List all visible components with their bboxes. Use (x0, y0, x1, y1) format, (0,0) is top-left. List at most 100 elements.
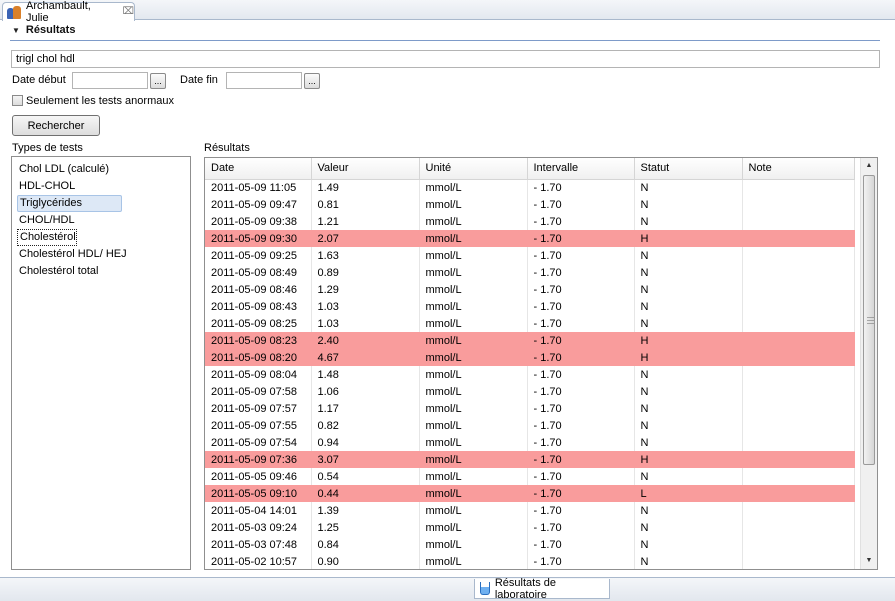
table-row[interactable]: 2011-05-09 08:25 1.03 mmol/L - 1.70 N (205, 315, 855, 332)
cell-note (742, 281, 855, 298)
date-start-input[interactable] (72, 72, 148, 89)
cell-status: H (634, 349, 743, 366)
test-type-item-focused[interactable]: Cholestérol (17, 229, 77, 246)
column-header-date[interactable]: Date (205, 158, 312, 180)
table-row[interactable]: 2011-05-09 08:04 1.48 mmol/L - 1.70 N (205, 366, 855, 383)
cell-note (742, 366, 855, 383)
column-header-range[interactable]: Intervalle (527, 158, 635, 180)
test-type-item[interactable]: Cholestérol HDL/ HEJ (17, 246, 127, 263)
scroll-up-arrow-icon[interactable]: ▲ (861, 158, 877, 174)
table-row[interactable]: 2011-05-02 10:57 0.90 mmol/L - 1.70 N (205, 553, 855, 569)
scrollbar-thumb[interactable]: — — — (863, 175, 875, 465)
close-icon[interactable]: ⌧ (122, 7, 134, 17)
table-row[interactable]: 2011-05-09 09:30 2.07 mmol/L - 1.70 H (205, 230, 855, 247)
table-row[interactable]: 2011-05-09 08:20 4.67 mmol/L - 1.70 H (205, 349, 855, 366)
scroll-down-arrow-icon[interactable]: ▼ (861, 553, 877, 569)
date-end-picker-button[interactable]: ... (304, 73, 320, 89)
cell-date: 2011-05-05 09:10 (205, 485, 312, 502)
column-header-unit[interactable]: Unité (419, 158, 528, 180)
table-row[interactable]: 2011-05-09 11:05 1.49 mmol/L - 1.70 N (205, 179, 855, 196)
column-header-note[interactable]: Note (742, 158, 855, 180)
cell-note (742, 468, 855, 485)
table-row[interactable]: 2011-05-09 09:25 1.63 mmol/L - 1.70 N (205, 247, 855, 264)
column-header-status[interactable]: Statut (634, 158, 743, 180)
search-button[interactable]: Rechercher (12, 115, 100, 136)
editor-tab-title: Archambault, Julie (26, 0, 91, 24)
cell-value: 2.40 (311, 332, 420, 349)
table-row[interactable]: 2011-05-09 09:47 0.81 mmol/L - 1.70 N (205, 196, 855, 213)
cell-date: 2011-05-09 08:25 (205, 315, 312, 332)
cell-date: 2011-05-09 08:23 (205, 332, 312, 349)
table-row[interactable]: 2011-05-09 07:54 0.94 mmol/L - 1.70 N (205, 434, 855, 451)
cell-status: N (634, 196, 743, 213)
table-row[interactable]: 2011-05-09 08:49 0.89 mmol/L - 1.70 N (205, 264, 855, 281)
cell-note (742, 349, 855, 366)
cell-status: N (634, 383, 743, 400)
cell-status: N (634, 247, 743, 264)
test-type-item-selected[interactable]: Triglycérides (17, 195, 122, 212)
column-header-value[interactable]: Valeur (311, 158, 420, 180)
cell-range: - 1.70 (527, 315, 635, 332)
cell-note (742, 417, 855, 434)
results-table[interactable]: Date Valeur Unité Intervalle Statut Note… (204, 157, 878, 570)
table-row[interactable]: 2011-05-03 09:24 1.25 mmol/L - 1.70 N (205, 519, 855, 536)
cell-value: 0.89 (311, 264, 420, 281)
editor-tab-patient[interactable]: Archambault, Julie ⌧ (2, 0, 135, 24)
cell-unit: mmol/L (419, 519, 528, 536)
section-divider (10, 40, 880, 41)
table-row[interactable]: 2011-05-09 07:58 1.06 mmol/L - 1.70 N (205, 383, 855, 400)
table-row[interactable]: 2011-05-09 08:43 1.03 mmol/L - 1.70 N (205, 298, 855, 315)
table-row[interactable]: 2011-05-03 07:48 0.84 mmol/L - 1.70 N (205, 536, 855, 553)
table-row[interactable]: 2011-05-05 09:46 0.54 mmol/L - 1.70 N (205, 468, 855, 485)
section-results-header[interactable]: ▼ Résultats (12, 24, 75, 36)
cell-date: 2011-05-09 08:49 (205, 264, 312, 281)
cell-value: 1.03 (311, 298, 420, 315)
cell-date: 2011-05-03 09:24 (205, 519, 312, 536)
cell-value: 2.07 (311, 230, 420, 247)
cell-range: - 1.70 (527, 349, 635, 366)
results-header-row: Date Valeur Unité Intervalle Statut Note (205, 158, 855, 180)
date-start-picker-button[interactable]: ... (150, 73, 166, 89)
cell-status: N (634, 213, 743, 230)
cell-note (742, 230, 855, 247)
cell-date: 2011-05-09 07:57 (205, 400, 312, 417)
date-end-input[interactable] (226, 72, 302, 89)
test-type-item[interactable]: CHOL/HDL (17, 212, 75, 229)
collapse-triangle-icon[interactable]: ▼ (12, 26, 20, 35)
cell-date: 2011-05-09 08:20 (205, 349, 312, 366)
table-row[interactable]: 2011-05-09 07:36 3.07 mmol/L - 1.70 H (205, 451, 855, 468)
cell-value: 0.44 (311, 485, 420, 502)
cell-value: 1.48 (311, 366, 420, 383)
table-row[interactable]: 2011-05-09 07:57 1.17 mmol/L - 1.70 N (205, 400, 855, 417)
test-type-item[interactable]: Cholestérol total (17, 263, 99, 280)
table-row[interactable]: 2011-05-09 08:46 1.29 mmol/L - 1.70 N (205, 281, 855, 298)
view-tab-lab-results[interactable]: Résultats de laboratoire (474, 577, 610, 601)
cell-status: N (634, 281, 743, 298)
table-row[interactable]: 2011-05-09 07:55 0.82 mmol/L - 1.70 N (205, 417, 855, 434)
abnormal-only-checkbox[interactable] (12, 95, 23, 106)
cell-range: - 1.70 (527, 383, 635, 400)
cell-unit: mmol/L (419, 553, 528, 569)
test-type-item[interactable]: Chol LDL (calculé) (17, 161, 109, 178)
cell-unit: mmol/L (419, 468, 528, 485)
results-vertical-scrollbar[interactable]: ▲ — — — ▼ (860, 158, 877, 569)
test-type-item[interactable]: HDL-CHOL (17, 178, 75, 195)
table-row[interactable]: 2011-05-09 09:38 1.21 mmol/L - 1.70 N (205, 213, 855, 230)
abnormal-only-label[interactable]: Seulement les tests anormaux (26, 95, 174, 107)
cell-value: 0.82 (311, 417, 420, 434)
table-row[interactable]: 2011-05-09 08:23 2.40 mmol/L - 1.70 H (205, 332, 855, 349)
cell-status: N (634, 417, 743, 434)
cell-unit: mmol/L (419, 315, 528, 332)
results-label: Résultats (204, 142, 250, 154)
cell-range: - 1.70 (527, 400, 635, 417)
cell-value: 3.07 (311, 451, 420, 468)
table-row[interactable]: 2011-05-04 14:01 1.39 mmol/L - 1.70 N (205, 502, 855, 519)
cell-note (742, 485, 855, 502)
table-row[interactable]: 2011-05-05 09:10 0.44 mmol/L - 1.70 L (205, 485, 855, 502)
test-types-list[interactable]: Chol LDL (calculé) HDL-CHOL Triglycéride… (11, 156, 191, 570)
cell-range: - 1.70 (527, 451, 635, 468)
cell-range: - 1.70 (527, 213, 635, 230)
search-query-input[interactable] (11, 50, 880, 68)
cell-unit: mmol/L (419, 349, 528, 366)
cell-unit: mmol/L (419, 213, 528, 230)
